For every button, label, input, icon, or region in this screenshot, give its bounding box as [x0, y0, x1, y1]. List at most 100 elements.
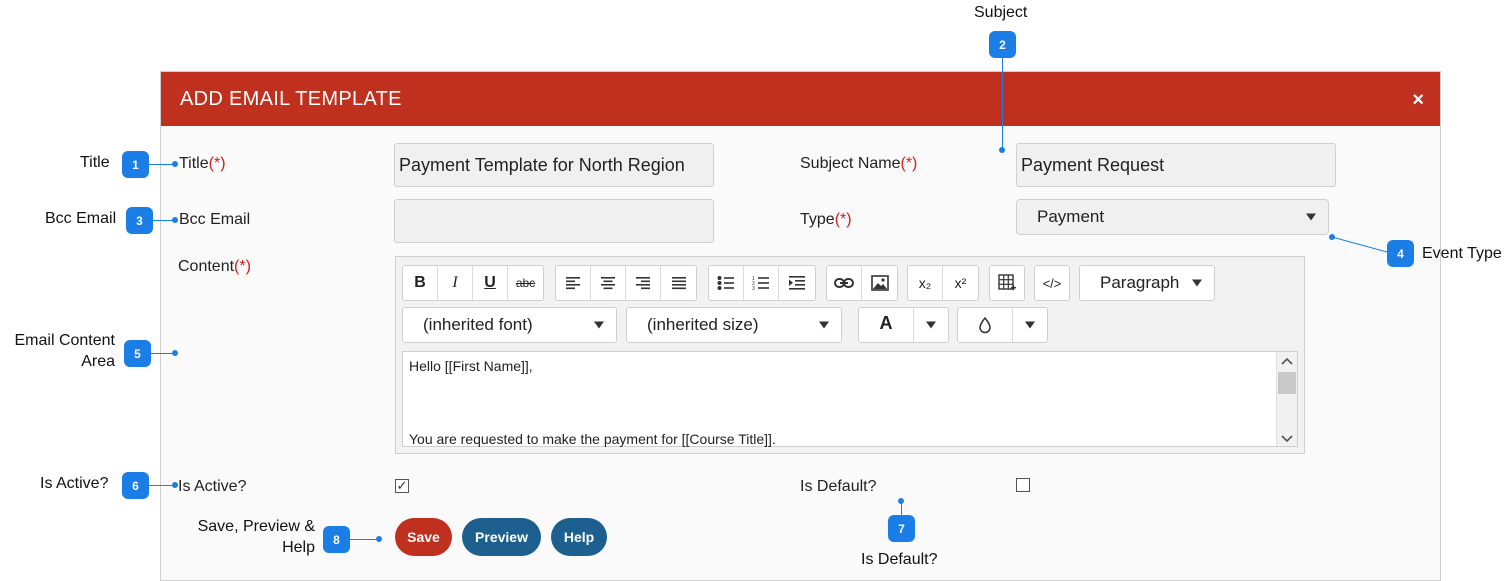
annotation-content-line-1: Email Content [14, 332, 116, 349]
chevron-down-icon [594, 321, 604, 329]
font-family-value: (inherited font) [423, 315, 533, 334]
subscript-button[interactable]: x₂ [908, 266, 943, 300]
bold-button[interactable]: B [403, 266, 438, 300]
is-default-checkbox[interactable] [1016, 478, 1030, 492]
rich-text-editor: B I U abc 123 x₂ x² </> Paragraph (inher… [395, 256, 1305, 454]
align-justify-icon [671, 277, 686, 290]
underline-button[interactable]: U [473, 266, 508, 300]
type-label: Type(*) [800, 211, 852, 228]
annotation-connector-5 [151, 353, 173, 354]
alignment-group [555, 265, 697, 301]
indent-icon [788, 276, 805, 290]
subject-name-label: Subject Name(*) [800, 155, 918, 172]
annotation-badge-1: 1 [122, 151, 149, 178]
chevron-down-icon [1306, 213, 1316, 221]
title-label: Title(*) [179, 155, 226, 172]
background-color-button[interactable] [958, 308, 1013, 342]
type-select[interactable]: Payment [1016, 199, 1329, 235]
list-group: 123 [708, 265, 816, 301]
help-button[interactable]: Help [551, 518, 607, 556]
scrollbar-arrows-icon [1278, 357, 1296, 443]
image-icon [870, 275, 889, 291]
annotation-connector-2 [1002, 58, 1003, 149]
numbered-list-button[interactable]: 123 [744, 266, 779, 300]
italic-button[interactable]: I [438, 266, 473, 300]
align-center-icon [601, 277, 615, 290]
image-button[interactable] [862, 266, 897, 300]
align-right-icon [636, 277, 650, 290]
text-color-icon: A [879, 313, 893, 333]
code-view-button[interactable]: </> [1035, 266, 1069, 300]
text-style-group: B I U abc [402, 265, 544, 301]
annotation-save-label: Save, Preview & Help [180, 518, 315, 557]
align-center-button[interactable] [591, 266, 626, 300]
background-color-picker[interactable] [957, 307, 1048, 343]
modal-title: ADD EMAIL TEMPLATE [180, 88, 402, 110]
is-active-label: Is Active? [178, 478, 247, 495]
preview-button[interactable]: Preview [462, 518, 541, 556]
annotation-connector-3 [153, 220, 173, 221]
link-icon [834, 278, 854, 288]
annotation-title-label: Title [80, 154, 110, 171]
font-family-select[interactable]: (inherited font) [402, 307, 617, 343]
annotation-connector-7 [901, 502, 902, 516]
annotation-connector-4 [1331, 236, 1388, 253]
chevron-down-icon [1025, 321, 1035, 329]
annotation-dot-5 [172, 350, 178, 356]
annotation-badge-3: 3 [126, 207, 153, 234]
paragraph-format-value: Paragraph [1100, 273, 1180, 292]
content-line-2: You are requested to make the payment fo… [409, 431, 776, 447]
annotation-badge-5: 5 [124, 340, 151, 367]
table-button[interactable] [990, 266, 1024, 300]
align-left-icon [566, 277, 580, 290]
chevron-down-icon [1192, 279, 1202, 287]
chevron-down-icon [926, 321, 936, 329]
annotation-bcc-label: Bcc Email [45, 210, 117, 227]
annotation-dot-2 [999, 147, 1005, 153]
annotation-badge-4: 4 [1387, 240, 1414, 267]
link-button[interactable] [827, 266, 862, 300]
font-size-value: (inherited size) [647, 315, 759, 334]
droplet-icon [979, 316, 991, 334]
annotation-badge-6: 6 [122, 472, 149, 499]
title-input[interactable]: Payment Template for North Region [394, 143, 714, 187]
email-content-area[interactable]: Hello [[First Name]], You are requested … [402, 351, 1298, 447]
code-group: </> [1034, 265, 1070, 301]
bcc-email-label: Bcc Email [179, 211, 251, 228]
align-right-button[interactable] [626, 266, 661, 300]
text-color-button[interactable]: A [859, 308, 914, 342]
annotation-is-default-label: Is Default? [861, 551, 938, 568]
annotation-dot-8 [376, 536, 382, 542]
paragraph-format-select[interactable]: Paragraph [1079, 265, 1215, 301]
annotation-dot-3 [172, 217, 178, 223]
subject-name-input[interactable]: Payment Request [1016, 143, 1336, 187]
annotation-event-type-label: Event Type [1422, 245, 1502, 262]
table-icon [998, 274, 1016, 291]
bullet-list-icon [717, 276, 734, 290]
annotation-badge-7: 7 [888, 515, 915, 542]
svg-text:3: 3 [752, 286, 755, 291]
script-group: x₂ x² [907, 265, 979, 301]
indent-button[interactable] [779, 266, 814, 300]
chevron-down-icon [819, 321, 829, 329]
font-size-select[interactable]: (inherited size) [626, 307, 842, 343]
numbered-list-icon: 123 [752, 276, 769, 291]
annotation-badge-2: 2 [989, 31, 1016, 58]
superscript-button[interactable]: x² [943, 266, 978, 300]
annotation-dot-1 [172, 161, 178, 167]
align-justify-button[interactable] [661, 266, 696, 300]
bcc-email-input[interactable] [394, 199, 714, 243]
annotation-save-line-1: Save, Preview & [197, 518, 315, 535]
add-email-template-modal: ADD EMAIL TEMPLATE × Title(*) Payment Te… [160, 71, 1441, 581]
table-group [989, 265, 1025, 301]
bullet-list-button[interactable] [709, 266, 744, 300]
align-left-button[interactable] [556, 266, 591, 300]
content-scrollbar[interactable] [1276, 352, 1297, 446]
save-button[interactable]: Save [395, 518, 452, 556]
strikethrough-button[interactable]: abc [508, 266, 543, 300]
is-active-checkbox[interactable]: ✓ [395, 479, 409, 493]
annotation-dot-6 [172, 482, 178, 488]
close-icon[interactable]: × [1412, 89, 1424, 112]
text-color-picker[interactable]: A [858, 307, 949, 343]
modal-header: ADD EMAIL TEMPLATE × [161, 72, 1440, 126]
